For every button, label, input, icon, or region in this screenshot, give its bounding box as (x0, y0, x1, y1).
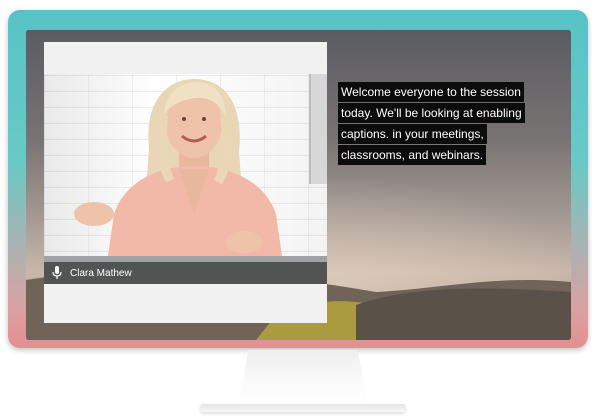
presenter-image (44, 79, 327, 284)
caption-line: Welcome everyone to the session (338, 82, 524, 102)
caption-line: classrooms, and webinars. (338, 145, 487, 165)
video-tile[interactable]: Clara Mathew (44, 74, 327, 284)
monitor-stand-base (200, 404, 406, 412)
participant-name-bar: Clara Mathew (44, 262, 327, 284)
monitor: Clara Mathew Welcome everyone to the ses… (8, 10, 588, 348)
monitor-stand-neck (238, 350, 368, 406)
participant-name: Clara Mathew (70, 267, 132, 279)
caption-line: captions. in your meetings, (338, 124, 487, 144)
screen: Clara Mathew Welcome everyone to the ses… (26, 30, 571, 340)
caption-line: today. We'll be looking at enabling (338, 103, 525, 123)
video-stage: Clara Mathew (44, 42, 327, 323)
caption-panel: Welcome everyone to the session today. W… (338, 82, 558, 166)
microphone-icon (52, 266, 62, 279)
